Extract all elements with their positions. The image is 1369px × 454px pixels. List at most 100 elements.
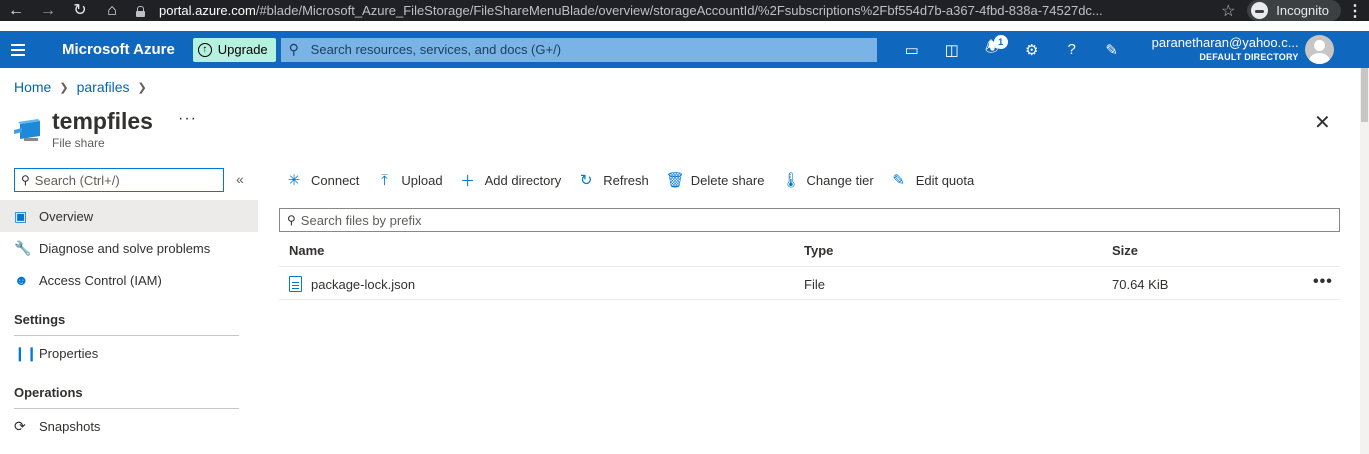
account-directory: DEFAULT DIRECTORY <box>1199 51 1299 62</box>
hamburger-menu-icon[interactable] <box>0 31 36 68</box>
scrollbar-thumb[interactable] <box>1361 68 1368 122</box>
thermometer-icon: 🌡 <box>781 172 801 189</box>
search-icon: ⚲ <box>287 213 296 227</box>
delete-share-label: Delete share <box>690 172 765 188</box>
refresh-icon: ↻ <box>579 172 593 189</box>
sidebar-item-label: Snapshots <box>39 418 101 434</box>
page-subtitle: File share <box>52 136 105 150</box>
sidebar-item-label: Diagnose and solve problems <box>39 240 211 256</box>
portal-brand[interactable]: Microsoft Azure <box>36 41 193 58</box>
row-more-options-icon[interactable]: ••• <box>1313 273 1333 291</box>
breadcrumb-parafiles[interactable]: parafiles <box>77 79 130 95</box>
search-icon: ⚲ <box>21 173 30 187</box>
cloud-shell-icon[interactable]: ▭ <box>892 31 932 68</box>
sidebar-item-label: Properties <box>39 345 99 361</box>
settings-gear-icon[interactable]: ⚙ <box>1012 31 1052 68</box>
change-tier-button[interactable]: 🌡 Change tier <box>781 171 873 189</box>
home-icon[interactable]: ⌂ <box>96 0 128 21</box>
column-header-size[interactable]: Size <box>1112 243 1138 258</box>
table-row[interactable]: package-lock.json File 70.64 KiB ••• <box>279 268 1340 300</box>
sidebar-item-diagnose[interactable]: 🔧 Diagnose and solve problems <box>0 232 258 264</box>
people-icon: ☻ <box>14 272 29 288</box>
column-header-type[interactable]: Type <box>804 243 833 258</box>
search-icon: ⚲ <box>288 41 299 57</box>
collapse-menu-icon[interactable]: « <box>236 171 244 187</box>
file-search-placeholder: Search files by prefix <box>300 212 422 228</box>
file-size: 70.64 KiB <box>1112 277 1169 292</box>
file-share-icon: ▣ <box>14 207 28 224</box>
upgrade-button[interactable]: ↑ Upgrade <box>192 37 276 62</box>
delete-share-button[interactable]: 🗑 Delete share <box>666 171 765 189</box>
sidebar-item-snapshots[interactable]: ⟳ Snapshots <box>0 410 258 442</box>
avatar[interactable] <box>1304 35 1334 64</box>
sidebar-item-overview[interactable]: ▣ Overview <box>0 200 258 232</box>
refresh-label: Refresh <box>603 172 649 188</box>
upload-icon: ⤒ <box>381 171 388 189</box>
forward-icon[interactable]: → <box>32 0 64 21</box>
upgrade-arrow-icon: ↑ <box>197 42 212 57</box>
breadcrumb-home[interactable]: Home <box>14 79 51 95</box>
notification-count-badge: 1 <box>993 35 1008 49</box>
add-directory-label: Add directory <box>484 172 562 188</box>
trash-icon: 🗑 <box>665 172 685 189</box>
incognito-icon <box>1251 2 1269 19</box>
upgrade-label: Upgrade <box>217 42 268 57</box>
sidebar-item-label: Access Control (IAM) <box>39 272 162 288</box>
breadcrumb: Home ❯ parafiles ❯ <box>14 79 155 95</box>
help-icon[interactable]: ? <box>1052 31 1092 68</box>
file-name[interactable]: package-lock.json <box>311 277 415 292</box>
url-path: /#blade/Microsoft_Azure_FileStorage/File… <box>255 3 1103 18</box>
bookmark-star-icon[interactable]: ☆ <box>1215 1 1241 21</box>
incognito-badge[interactable]: Incognito <box>1247 0 1341 21</box>
command-bar: ✳ Connect ⤒ Upload ＋ Add directory ↻ Ref… <box>286 168 991 192</box>
global-search-input[interactable]: ⚲ Search resources, services, and docs (… <box>280 37 877 62</box>
properties-icon: ❙❙ <box>14 344 38 361</box>
wrench-icon: 🔧 <box>14 239 32 256</box>
notifications-bell-icon[interactable]: 🕭 1 <box>972 31 1012 68</box>
chevron-right-icon: ❯ <box>59 81 69 94</box>
directory-filter-icon[interactable]: ◫ <box>932 31 972 68</box>
reload-icon[interactable]: ↻ <box>64 0 96 21</box>
feedback-icon[interactable]: ✎ <box>1092 31 1132 68</box>
connect-label: Connect <box>311 172 360 188</box>
section-settings: Settings <box>14 312 66 327</box>
refresh-button[interactable]: ↻ Refresh <box>578 171 649 189</box>
chevron-right-icon: ❯ <box>137 81 147 94</box>
change-tier-label: Change tier <box>806 172 874 188</box>
sidebar-item-iam[interactable]: ☻ Access Control (IAM) <box>0 264 258 296</box>
menu-search-input[interactable]: ⚲ Search (Ctrl+/) <box>14 168 224 192</box>
close-icon[interactable]: ✕ <box>1314 110 1331 135</box>
browser-toolbar: ← → ↻ ⌂ portal.azure.com/#blade/Microsof… <box>0 0 1369 21</box>
page-scrollbar[interactable] <box>1360 68 1369 454</box>
file-search-input[interactable]: ⚲ Search files by prefix <box>279 208 1340 232</box>
portal-header: Microsoft Azure ↑ Upgrade ⚲ Search resou… <box>0 31 1369 68</box>
url-host: portal.azure.com <box>159 3 256 18</box>
upload-label: Upload <box>401 172 443 188</box>
column-header-name[interactable]: Name <box>289 243 324 258</box>
back-icon[interactable]: ← <box>0 0 32 21</box>
more-options-icon[interactable]: ··· <box>178 110 197 128</box>
add-directory-button[interactable]: ＋ Add directory <box>460 170 562 191</box>
account-email: paranetharan@yahoo.c... <box>1151 34 1299 50</box>
connect-button[interactable]: ✳ Connect <box>286 171 360 189</box>
account-menu[interactable]: paranetharan@yahoo.c... DEFAULT DIRECTOR… <box>1151 34 1299 64</box>
section-operations: Operations <box>14 385 83 400</box>
menu-search-placeholder: Search (Ctrl+/) <box>34 172 120 188</box>
page-title: tempfiles <box>52 108 153 134</box>
resource-header: tempfiles File share <box>14 107 153 150</box>
sidebar-item-properties[interactable]: ❙❙ Properties <box>0 337 258 369</box>
address-bar[interactable]: portal.azure.com/#blade/Microsoft_Azure_… <box>128 0 1215 21</box>
incognito-label: Incognito <box>1276 3 1329 18</box>
snapshots-icon: ⟳ <box>14 417 26 434</box>
global-search-placeholder: Search resources, services, and docs (G+… <box>310 42 562 57</box>
upload-button[interactable]: ⤒ Upload <box>376 171 443 189</box>
edit-quota-button[interactable]: ✎ Edit quota <box>891 171 975 189</box>
sidebar-item-label: Overview <box>39 208 94 224</box>
plus-icon: ＋ <box>460 172 476 190</box>
plug-icon: ✳ <box>287 172 301 189</box>
divider <box>14 335 239 336</box>
browser-menu-icon[interactable]: ⋮ <box>1341 1 1369 21</box>
file-share-icon <box>14 119 40 141</box>
edit-quota-label: Edit quota <box>915 172 975 188</box>
file-type: File <box>804 277 825 292</box>
